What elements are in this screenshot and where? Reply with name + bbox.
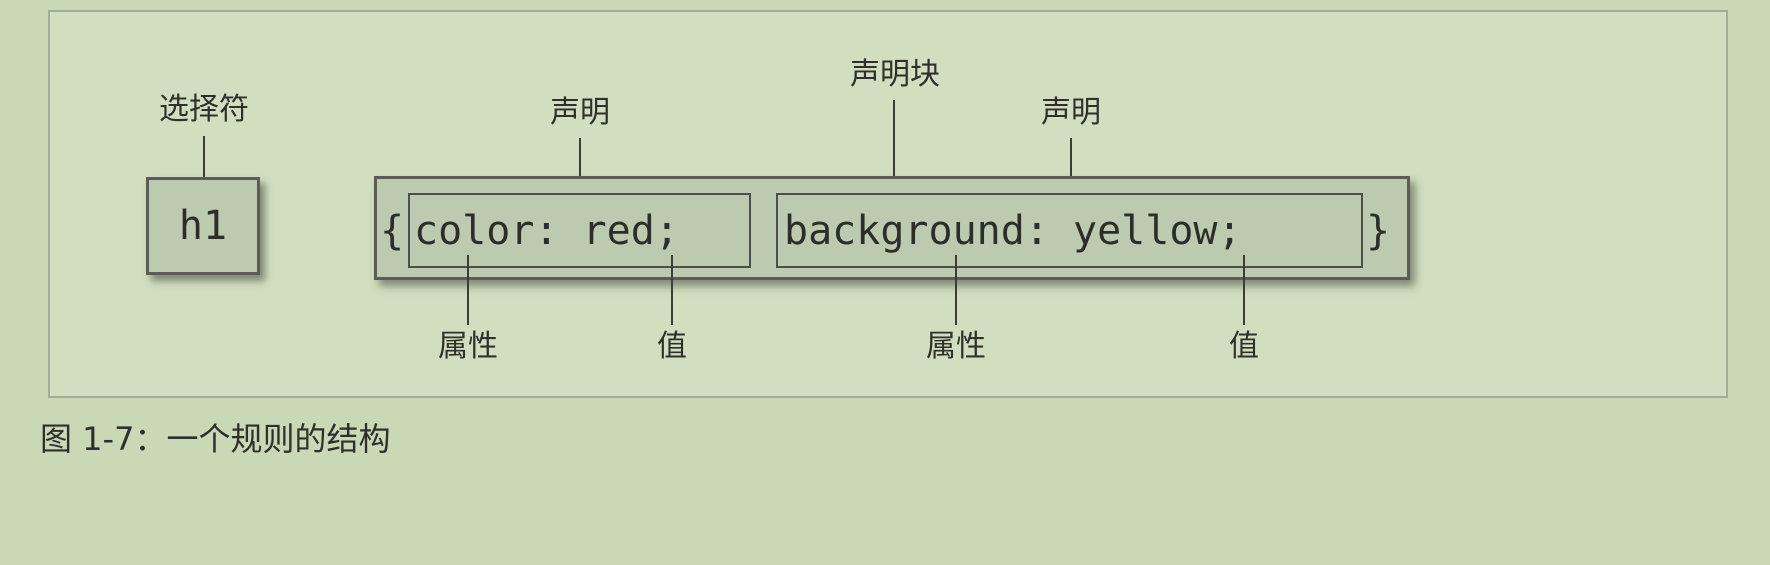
- value-label-right: 值: [1229, 329, 1259, 364]
- property-right-leader-line: [955, 255, 957, 325]
- close-brace: }: [1366, 208, 1391, 254]
- open-brace: {: [380, 208, 405, 254]
- figure-caption: 图 1-7：一个规则的结构: [40, 420, 391, 458]
- declaration-block-leader-line: [893, 100, 895, 177]
- selector-code: h1: [178, 203, 228, 249]
- value-right-leader-line: [1243, 255, 1245, 325]
- selector-box: h1: [146, 177, 260, 275]
- property-label-left: 属性: [438, 329, 498, 364]
- value-label-left: 值: [657, 329, 687, 364]
- property-left-leader-line: [467, 255, 469, 325]
- value-left-leader-line: [671, 255, 673, 325]
- property-label-right: 属性: [926, 329, 986, 364]
- declaration-label-right: 声明: [1041, 95, 1101, 130]
- declaration-label-left: 声明: [550, 95, 610, 130]
- declaration-code-right: background: yellow;: [784, 208, 1242, 254]
- selector-leader-line: [203, 136, 205, 178]
- declaration-code-left: color: red;: [414, 208, 679, 254]
- selector-label: 选择符: [159, 92, 249, 127]
- declaration-block-label: 声明块: [850, 57, 940, 92]
